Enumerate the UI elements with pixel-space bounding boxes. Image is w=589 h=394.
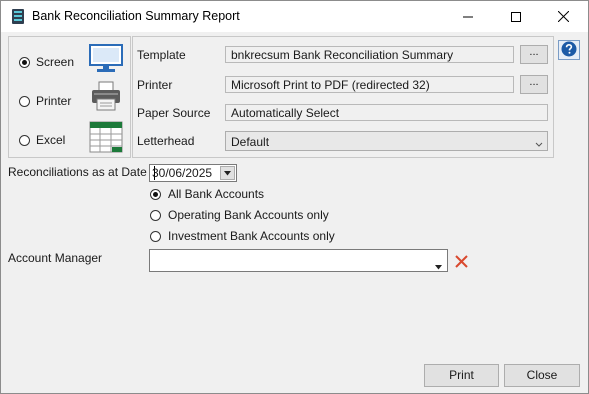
template-field: bnkrecsum Bank Reconciliation Summary bbox=[225, 46, 514, 63]
investment-accounts-label[interactable]: Investment Bank Accounts only bbox=[168, 229, 335, 243]
printer-field: Microsoft Print to PDF (redirected 32) bbox=[225, 76, 514, 93]
printer-output-label[interactable]: Printer bbox=[36, 94, 71, 108]
operating-accounts-label[interactable]: Operating Bank Accounts only bbox=[168, 208, 329, 222]
title-bar: Bank Reconciliation Summary Report bbox=[1, 1, 588, 32]
output-destination-group: Screen Printer Excel bbox=[8, 36, 131, 158]
screen-label[interactable]: Screen bbox=[36, 55, 74, 69]
account-manager-dropdown[interactable] bbox=[149, 249, 448, 272]
date-label: Reconciliations as at Date bbox=[8, 165, 147, 179]
all-accounts-radio[interactable] bbox=[150, 189, 161, 200]
monitor-icon bbox=[89, 44, 123, 77]
window-title: Bank Reconciliation Summary Report bbox=[32, 9, 240, 23]
paper-source-field: Automatically Select bbox=[225, 104, 548, 121]
template-label: Template bbox=[137, 48, 186, 62]
operating-accounts-radio[interactable] bbox=[150, 210, 161, 221]
letterhead-label: Letterhead bbox=[137, 134, 195, 148]
close-window-button[interactable] bbox=[544, 1, 582, 32]
chevron-down-icon bbox=[535, 137, 543, 151]
help-icon bbox=[561, 41, 577, 60]
dropdown-arrow-icon bbox=[435, 259, 442, 273]
report-dialog: Bank Reconciliation Summary Report Scree… bbox=[0, 0, 589, 394]
printer-icon bbox=[90, 80, 122, 115]
close-icon bbox=[557, 11, 569, 22]
letterhead-dropdown[interactable]: Default bbox=[225, 131, 548, 151]
excel-label[interactable]: Excel bbox=[36, 133, 65, 147]
close-button[interactable]: Close bbox=[504, 364, 580, 387]
app-icon bbox=[11, 8, 25, 25]
spreadsheet-icon bbox=[89, 121, 123, 156]
account-manager-label: Account Manager bbox=[8, 251, 103, 265]
investment-accounts-radio[interactable] bbox=[150, 231, 161, 242]
maximize-button[interactable] bbox=[497, 1, 535, 32]
maximize-icon bbox=[511, 11, 521, 22]
paper-source-label: Paper Source bbox=[137, 106, 211, 120]
minimize-button[interactable] bbox=[449, 1, 487, 32]
clear-x-icon[interactable] bbox=[455, 255, 468, 271]
report-settings-group: Template bnkrecsum Bank Reconciliation S… bbox=[132, 36, 554, 158]
printer-radio[interactable] bbox=[19, 96, 30, 107]
date-dropdown-button[interactable] bbox=[220, 166, 235, 180]
printer-browse-button[interactable]: ... bbox=[520, 75, 548, 94]
print-button[interactable]: Print bbox=[424, 364, 499, 387]
screen-radio[interactable] bbox=[19, 57, 30, 68]
dropdown-arrow-icon bbox=[224, 170, 231, 175]
dialog-body: Screen Printer Excel Template bnkrecsum … bbox=[1, 32, 588, 393]
date-value[interactable]: 30/06/2025 bbox=[152, 166, 212, 180]
date-picker[interactable]: 30/06/2025 bbox=[149, 164, 237, 182]
all-accounts-label[interactable]: All Bank Accounts bbox=[168, 187, 264, 201]
printer-label: Printer bbox=[137, 78, 173, 92]
help-button[interactable] bbox=[558, 40, 580, 60]
excel-radio[interactable] bbox=[19, 135, 30, 146]
letterhead-value: Default bbox=[231, 135, 270, 149]
template-browse-button[interactable]: ... bbox=[520, 45, 548, 64]
minimize-icon bbox=[463, 16, 473, 17]
